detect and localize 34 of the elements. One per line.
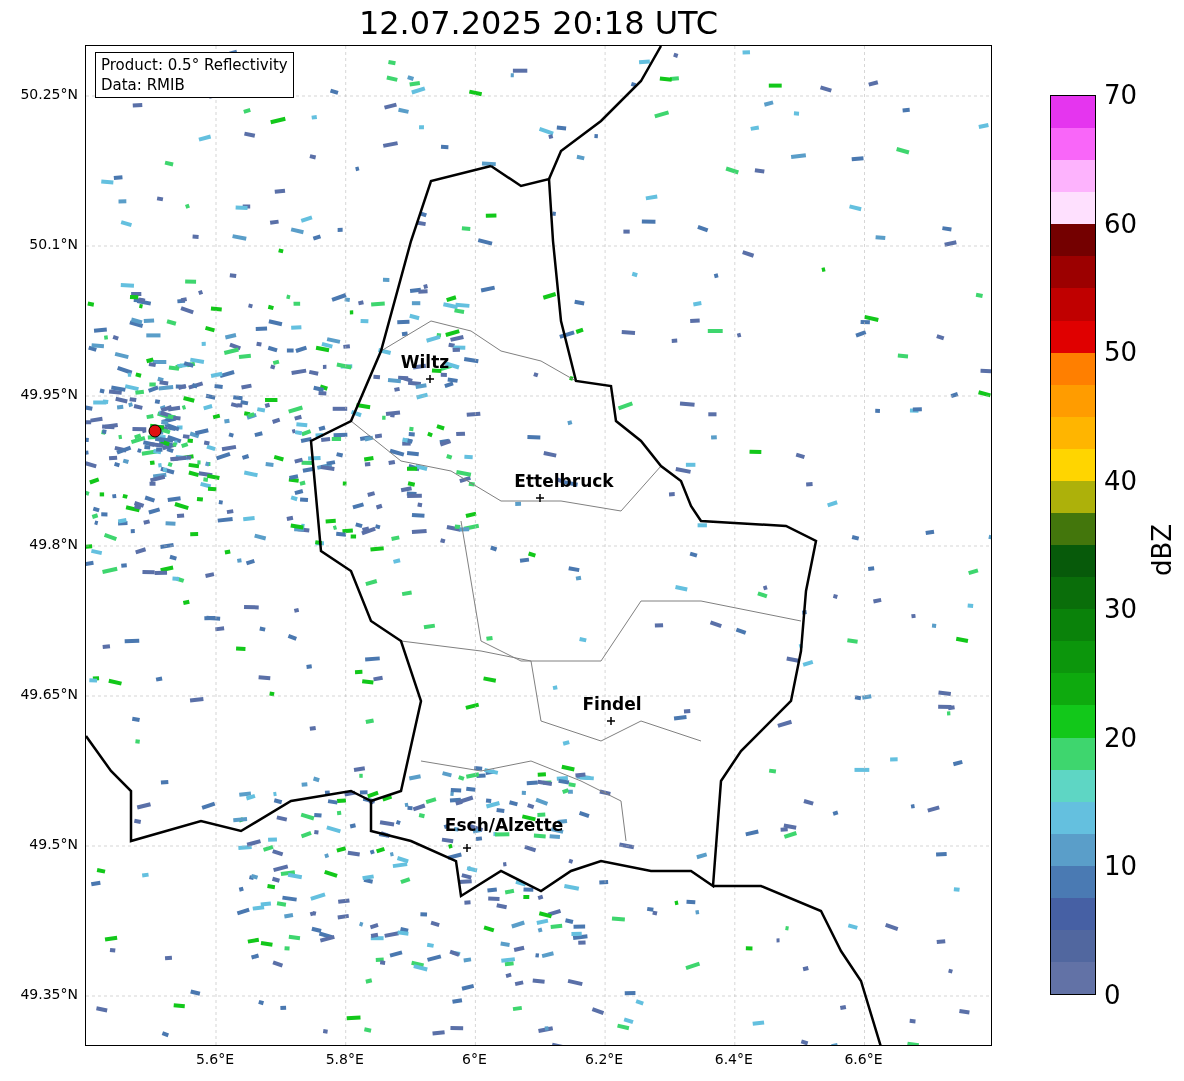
latitude-label: 50.1°N	[29, 237, 78, 251]
info-text: Data: RMIB	[101, 75, 186, 95]
city-label: Esch/Alzette	[444, 817, 564, 834]
colorbar-tick-label: 70	[1104, 82, 1138, 108]
city-label: Ettelbruck	[514, 473, 614, 490]
colorbar-tick-label: 30	[1104, 596, 1138, 623]
latitude-label: 49.95°N	[20, 387, 78, 401]
latitude-label: 50.25°N	[20, 87, 78, 101]
colorbar-tick-label: 20	[1104, 724, 1138, 751]
city-label: Findel	[582, 696, 642, 713]
colorbar-tick-label: 10	[1104, 853, 1138, 880]
plus-icon	[607, 717, 615, 725]
colorbar-tick-label: 0	[1104, 982, 1121, 1008]
colorbar-tick-label: 60	[1104, 210, 1138, 237]
plus-icon	[463, 844, 471, 852]
longitude-label: 5.8°E	[325, 1052, 364, 1066]
longitude-label: 6.4°E	[714, 1052, 753, 1066]
latitude-label: 49.5°N	[29, 837, 78, 851]
chart-title: 12.07.2025 20:18 UTC	[358, 6, 719, 39]
longitude-label: 5.6°E	[195, 1052, 235, 1066]
latitude-label: 49.65°N	[20, 687, 78, 701]
info-text: Product: 0.5° Reflectivity	[101, 55, 288, 75]
longitude-label: 6.2°E	[585, 1052, 624, 1066]
plus-icon	[426, 375, 434, 383]
longitude-label: 6.6°E	[844, 1052, 883, 1066]
colorbar-tick-label: 40	[1104, 467, 1138, 494]
plus-icon	[536, 494, 544, 502]
city-label: Wiltz	[400, 354, 450, 371]
radar-site-icon	[148, 424, 162, 438]
colorbar-tick-label: 50	[1104, 339, 1138, 366]
colorbar-label: dBZ	[1146, 522, 1178, 579]
latitude-label: 49.35°N	[20, 987, 78, 1001]
longitude-label: 6°E	[462, 1052, 487, 1066]
latitude-label: 49.8°N	[29, 537, 78, 551]
